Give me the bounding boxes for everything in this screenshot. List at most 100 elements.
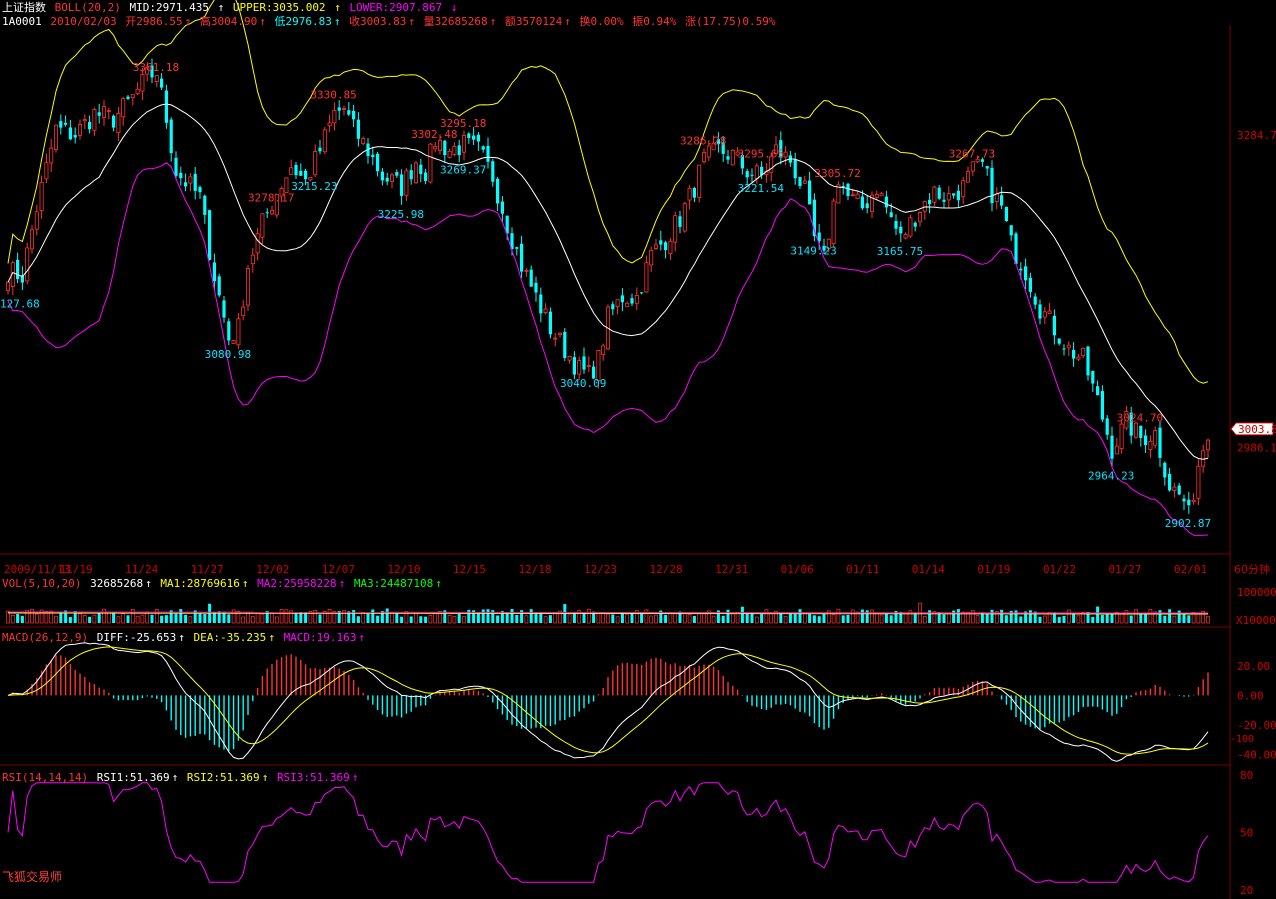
- candle-body: [1014, 233, 1018, 264]
- candle-body: [1086, 346, 1090, 376]
- candle-body: [539, 294, 543, 314]
- candle-body: [692, 187, 696, 198]
- candle-body: [1168, 473, 1172, 491]
- date-axis-label: 11/19: [60, 563, 93, 576]
- volume-bar: [702, 612, 706, 624]
- high-price-label: 3305.72: [814, 167, 860, 180]
- candle-body: [1177, 485, 1181, 495]
- volume-bar: [1177, 610, 1181, 623]
- volume-bar: [299, 612, 303, 623]
- low-price-label: 3149.23: [790, 244, 836, 257]
- candle-body: [1096, 386, 1100, 396]
- candle-body: [918, 212, 923, 223]
- rsi1-value: RSI1:51.369: [96, 771, 170, 784]
- macd-axis-label: 0.00: [1237, 689, 1264, 702]
- candle-body: [193, 173, 197, 191]
- candle-body: [255, 233, 260, 254]
- volume-bar: [1019, 616, 1023, 623]
- volume-bar: [1042, 615, 1047, 624]
- volume-bar: [697, 613, 702, 624]
- candle-body: [783, 151, 788, 158]
- candle-body: [413, 162, 418, 184]
- candle-body: [241, 306, 246, 317]
- candle-body: [908, 217, 913, 237]
- vol-indicator[interactable]: VOL(5,10,20): [2, 577, 81, 590]
- volume-bar: [548, 615, 552, 623]
- candle-body: [1042, 311, 1047, 318]
- volume-bar: [135, 615, 140, 624]
- rsi-axis-label: 50: [1240, 827, 1253, 840]
- candle-body: [563, 331, 567, 358]
- date-axis-label: 01/19: [977, 563, 1010, 576]
- boll-upper: UPPER:3035.002: [232, 1, 326, 14]
- candle-body: [400, 174, 404, 196]
- candle-body: [437, 139, 442, 152]
- candle-body: [332, 110, 337, 124]
- candle-body: [227, 321, 231, 341]
- candle-body: [1163, 462, 1167, 478]
- volume-bar: [241, 616, 246, 624]
- volume-bar: [928, 610, 932, 623]
- volume-bar: [505, 612, 509, 623]
- candle-body: [793, 159, 797, 179]
- candle-body: [1201, 450, 1206, 467]
- volume-bar: [1134, 609, 1138, 624]
- candle-body: [250, 254, 255, 265]
- candle-body: [491, 161, 495, 182]
- candle-body: [706, 145, 711, 158]
- candle-body: [409, 170, 413, 180]
- candle-body: [855, 193, 860, 200]
- volume-bar: [203, 614, 207, 623]
- candle-body: [102, 106, 107, 118]
- vol-ma3: MA3:24487108: [353, 577, 434, 590]
- candle-body: [68, 127, 72, 140]
- candle-body: [1076, 356, 1081, 360]
- candle-body: [994, 193, 999, 202]
- candle-body: [112, 115, 116, 128]
- candle-body: [29, 229, 34, 250]
- candle-body: [1038, 304, 1042, 319]
- volume-bar: [808, 613, 812, 623]
- volume-bar: [414, 612, 418, 624]
- stock-chart[interactable]: 3361.18 3278.17 3330.85 3302.483295.18 3286.…: [0, 0, 1276, 899]
- volume-bar: [1028, 610, 1032, 623]
- candle-body: [1191, 499, 1196, 502]
- candle-body: [1033, 296, 1037, 305]
- volume-bar: [788, 613, 792, 623]
- volume-bar: [754, 616, 759, 624]
- candle-body: [754, 165, 759, 179]
- candle-body: [88, 122, 92, 130]
- macd-indicator[interactable]: MACD(26,12,9): [2, 631, 88, 644]
- candle-body: [304, 170, 308, 180]
- candle-body: [649, 249, 654, 266]
- vol-ma1: MA1:28769616: [160, 577, 240, 590]
- macd-dea: DEA:-35.235: [193, 631, 267, 644]
- candle-body: [615, 299, 620, 308]
- date-axis-label: 01/27: [1108, 563, 1141, 576]
- high-price-label: 3295.65: [738, 147, 784, 160]
- candle-body: [520, 243, 524, 272]
- candle-body: [1110, 435, 1114, 459]
- up-arrow-icon: ↑: [217, 1, 225, 14]
- candle-body: [798, 177, 802, 187]
- candle-body: [433, 145, 438, 150]
- boll-indicator[interactable]: BOLL(20,2): [55, 1, 121, 14]
- rsi-axis-label: 20: [1240, 884, 1253, 897]
- up-arrow-icon: ↑: [184, 15, 192, 28]
- candle-body: [217, 276, 221, 296]
- up-arrow-icon: ↑: [178, 631, 185, 644]
- candle-body: [486, 145, 490, 162]
- volume-bar: [654, 614, 658, 624]
- volume-bar: [294, 612, 298, 623]
- macd-axis-label: -100: [1230, 734, 1254, 745]
- candle-body: [582, 356, 586, 370]
- volume-bar: [140, 614, 145, 624]
- volume-bar: [1187, 615, 1191, 623]
- rsi-indicator[interactable]: RSI(14,14,14): [2, 771, 88, 784]
- volume-bar: [798, 609, 802, 623]
- candle-body: [841, 185, 845, 188]
- volume-unit-label: X10000: [1236, 614, 1276, 627]
- up-arrow-icon: ↑: [259, 15, 266, 28]
- volume-bar: [620, 613, 624, 623]
- candle-body: [894, 221, 898, 229]
